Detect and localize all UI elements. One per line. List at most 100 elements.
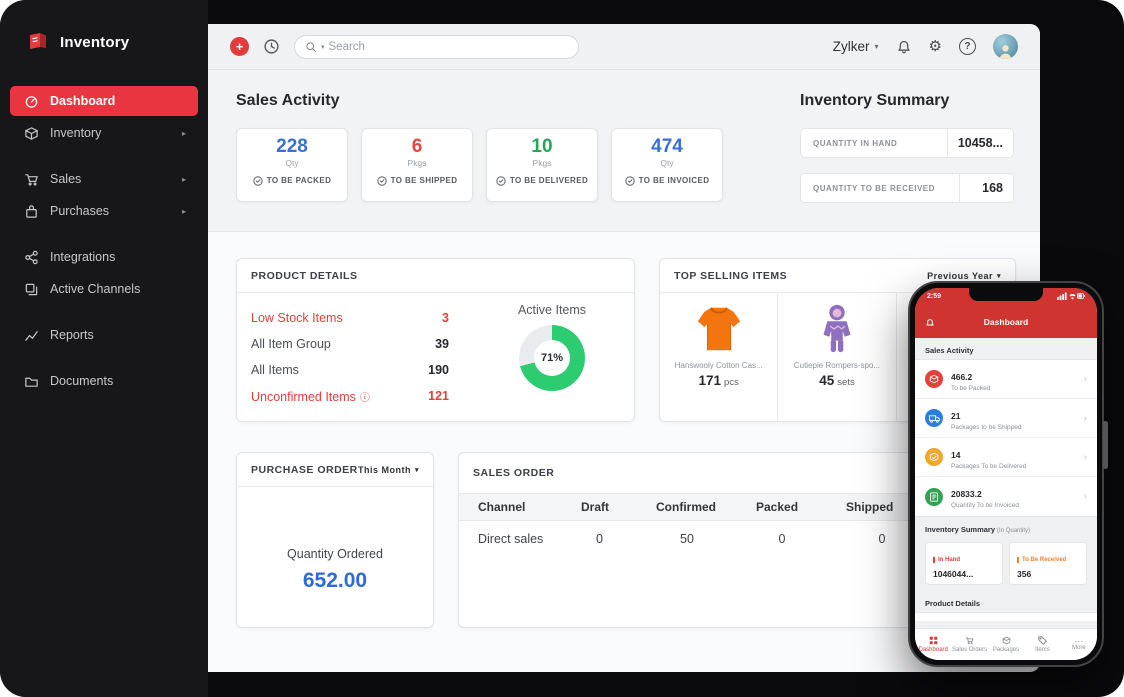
sidebar-item-label: Active Channels <box>50 282 141 296</box>
to-be-delivered-card[interactable]: 10 Pkgs TO BE DELIVERED <box>486 128 598 202</box>
inventory-summary-title: Inventory Summary <box>800 92 950 109</box>
product-details-list: Low Stock Items 3 All Item Group 39 All It… <box>251 305 449 409</box>
notifications-button[interactable] <box>896 39 912 55</box>
phone-tab-packages[interactable]: Packages <box>988 629 1024 660</box>
sidebar-item-label: Integrations <box>50 250 116 264</box>
metric-label: Quantity Ordered <box>287 547 383 561</box>
inventory-logo-icon <box>30 33 46 49</box>
sidebar-item-label: Inventory <box>50 126 102 140</box>
phone-list-item[interactable]: 14 Packages To be Delivered › <box>915 438 1097 477</box>
settings-button[interactable]: ⚙ <box>929 39 942 54</box>
card-header: PURCHASE ORDER This Month ▾ <box>237 453 433 487</box>
period-filter[interactable]: Previous Year ▾ <box>927 271 1001 281</box>
quantity-in-hand-row: QUANTITY IN HAND 10458... <box>800 128 1014 158</box>
phone-tab-sales-orders[interactable]: Sales Orders <box>951 629 987 660</box>
caret-right-icon: ▸ <box>181 206 186 216</box>
cart-icon <box>965 637 974 645</box>
in-hand-card[interactable]: In Hand 1046044... <box>925 542 1003 585</box>
column-header: Packed <box>756 500 799 514</box>
metric-unit: Pkgs <box>407 157 427 168</box>
metric-label: TO BE SHIPPED <box>362 176 472 186</box>
unconfirmed-items-row[interactable]: Unconfirmed Items ⓘ 121 <box>251 383 449 409</box>
cell-channel: Direct sales <box>478 532 544 546</box>
metric-value: 474 <box>651 136 683 157</box>
recent-history-button[interactable] <box>263 38 280 55</box>
cell-draft: 0 <box>596 532 603 546</box>
summary-label: To Be Received <box>1017 557 1066 563</box>
info-icon[interactable]: ⓘ <box>360 393 370 404</box>
add-button[interactable]: + <box>230 37 249 56</box>
org-switcher[interactable]: Zylker ▾ <box>833 39 879 54</box>
search-input[interactable] <box>328 40 568 53</box>
sidebar: Inventory Dashboard Inventory ▸ Sales ▸ … <box>0 0 208 697</box>
sidebar-item-reports[interactable]: Reports <box>10 320 198 350</box>
metric-value: 228 <box>276 136 308 157</box>
metric-label: TO BE INVOICED <box>612 176 722 186</box>
question-icon: ? <box>964 41 971 52</box>
phone-list-item[interactable]: 466.2 To be Packed › <box>915 360 1097 399</box>
avatar[interactable] <box>993 34 1018 59</box>
check-circle-icon <box>496 176 506 186</box>
caret-down-icon: ▾ <box>996 272 1001 280</box>
phone-list-item[interactable]: 20833.2 Quantity To be Invoiced › <box>915 477 1097 516</box>
search-icon <box>306 41 316 52</box>
app-logo: Inventory <box>0 0 208 84</box>
to-be-invoiced-card[interactable]: 474 Qty TO BE INVOICED <box>611 128 723 202</box>
gear-icon: ⚙ <box>928 38 942 55</box>
sidebar-item-label: Sales <box>50 172 82 186</box>
all-items-row[interactable]: All Items 190 <box>251 357 449 383</box>
column-header: Draft <box>581 500 610 514</box>
caret-down-icon: ▾ <box>874 42 879 51</box>
sidebar-item-purchases[interactable]: Purchases ▸ <box>10 196 198 226</box>
phone-tab-more[interactable]: ⋯ More <box>1061 629 1097 660</box>
search-scope-caret-icon[interactable]: ▾ <box>321 43 325 51</box>
help-button[interactable]: ? <box>959 38 976 55</box>
product-name: Hanswooly Cotton Cas... <box>674 361 763 370</box>
phone-section-sales-activity: Sales Activity <box>925 346 974 355</box>
sidebar-item-dashboard[interactable]: Dashboard <box>10 86 198 116</box>
sidebar-item-label: Reports <box>50 328 94 342</box>
column-header: Channel <box>478 500 526 514</box>
to-be-packed-card[interactable]: 228 Qty TO BE PACKED <box>236 128 348 202</box>
phone-tab-dashboard[interactable]: Dashboard <box>915 629 951 660</box>
romper-product-image <box>823 304 851 353</box>
bag-icon <box>26 204 37 218</box>
phone-screen: 2:59 Dashboard Sales Activity 466.2 To b… <box>915 288 1097 660</box>
sidebar-item-sales[interactable]: Sales ▸ <box>10 164 198 194</box>
purchase-order-card: PURCHASE ORDER This Month ▾ Quantity Ord… <box>236 452 434 628</box>
chevron-right-icon: › <box>1083 412 1087 424</box>
box-icon <box>25 126 38 140</box>
low-stock-items-row[interactable]: Low Stock Items 3 <box>251 305 449 331</box>
screenshot-root: Inventory Dashboard Inventory ▸ Sales ▸ … <box>0 0 1124 697</box>
active-items-chart: Active Items 71% <box>490 303 614 391</box>
phone-tab-items[interactable]: Items <box>1024 629 1060 660</box>
to-be-shipped-card[interactable]: 6 Pkgs TO BE SHIPPED <box>361 128 473 202</box>
phone-bell-icon[interactable] <box>925 315 935 333</box>
more-icon: ⋯ <box>1074 635 1084 646</box>
metric-unit: Qty <box>660 157 674 168</box>
sidebar-item-integrations[interactable]: Integrations <box>10 242 198 272</box>
sidebar-item-active-channels[interactable]: Active Channels <box>10 274 198 304</box>
period-filter[interactable]: This Month ▾ <box>358 465 419 475</box>
sidebar-item-documents[interactable]: Documents <box>10 366 198 396</box>
top-selling-item[interactable]: Cutiepie Rompers-spo... 45 sets <box>778 293 897 421</box>
metric-unit: Pkgs <box>532 157 552 168</box>
sidebar-menu: Dashboard Inventory ▸ Sales ▸ Purchases … <box>0 86 208 396</box>
all-item-group-row[interactable]: All Item Group 39 <box>251 331 449 357</box>
search-box[interactable]: ▾ <box>294 34 579 59</box>
active-items-donut: 71% <box>519 325 585 391</box>
metric-label: TO BE DELIVERED <box>487 176 597 186</box>
phone-header: 2:59 Dashboard <box>915 288 1097 338</box>
org-name: Zylker <box>832 39 870 54</box>
to-be-received-card[interactable]: To Be Received 356 <box>1009 542 1087 585</box>
cell-packed: 0 <box>778 532 786 546</box>
quantity-to-be-received-row: QUANTITY TO BE RECEIVED 168 <box>800 173 1014 203</box>
app-title: Inventory <box>60 33 130 51</box>
phone-nav-bar: Dashboard <box>915 310 1097 334</box>
cart-icon <box>25 173 38 186</box>
phone-list-item[interactable]: 21 Packages to be Shipped › <box>915 399 1097 438</box>
top-selling-item[interactable]: Hanswooly Cotton Cas... 171 pcs <box>660 293 779 421</box>
product-details-card: PRODUCT DETAILS Low Stock Items 3 All Ite… <box>236 258 635 422</box>
history-icon <box>264 39 279 54</box>
sidebar-item-inventory[interactable]: Inventory ▸ <box>10 118 198 148</box>
